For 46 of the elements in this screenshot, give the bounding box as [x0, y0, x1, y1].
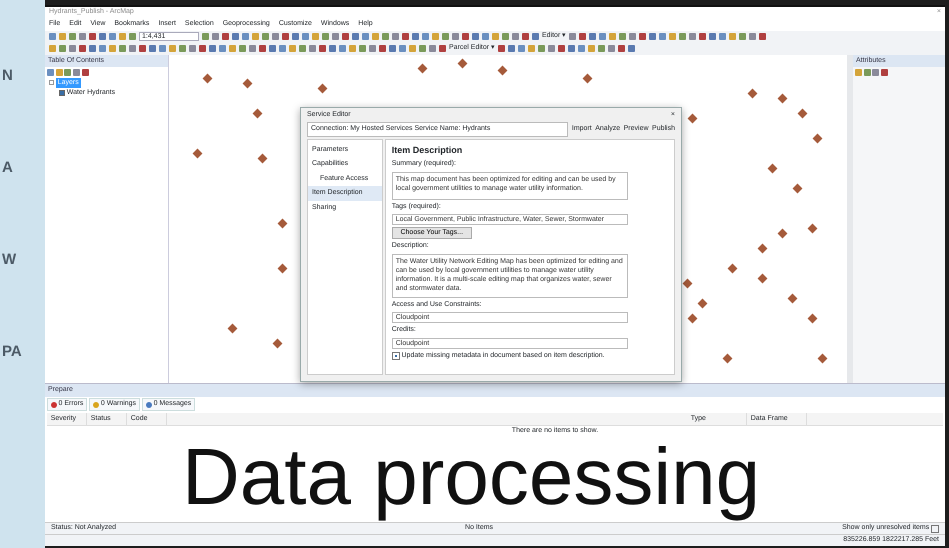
checkbox[interactable]: [931, 524, 939, 532]
map-label: PA: [2, 342, 23, 362]
hydrant-marker: [788, 293, 798, 303]
hydrant-marker: [688, 313, 698, 323]
hydrant-marker: [688, 113, 698, 123]
hydrant-marker: [758, 243, 768, 253]
hydrant-marker: [258, 153, 268, 163]
hydrant-marker: [758, 273, 768, 283]
hydrant-marker: [778, 93, 788, 103]
hydrant-marker: [722, 353, 732, 363]
status-icon: [93, 402, 100, 408]
hydrant-marker: [202, 73, 212, 83]
collapse-icon[interactable]: [49, 80, 54, 86]
hydrant-marker: [808, 223, 818, 233]
hydrant-marker: [798, 108, 808, 118]
map-label: N: [2, 66, 14, 86]
hydrant-marker: [582, 73, 592, 83]
status-icon: [50, 402, 57, 408]
hydrant-marker: [418, 63, 428, 73]
hydrant-marker: [768, 163, 778, 173]
hydrant-marker: [748, 88, 758, 98]
hydrant-marker: [278, 263, 288, 273]
map-label: A: [2, 158, 14, 178]
hydrant-marker: [242, 78, 252, 88]
hydrant-marker: [698, 298, 708, 308]
checkbox[interactable]: [392, 352, 400, 360]
map-label: W: [2, 250, 18, 270]
hydrant-marker: [228, 323, 238, 333]
hydrant-marker: [792, 183, 802, 193]
hydrant-marker: [458, 58, 468, 68]
layer-checkbox[interactable]: [59, 90, 65, 96]
hydrant-marker: [498, 65, 508, 75]
hydrant-marker: [808, 313, 818, 323]
hydrant-marker: [682, 278, 692, 288]
hydrant-marker: [818, 353, 828, 363]
hydrant-marker: [728, 263, 738, 273]
hydrant-marker: [778, 228, 788, 238]
overlay-caption: Data processing: [182, 433, 760, 521]
hydrant-marker: [192, 148, 202, 158]
hydrant-marker: [812, 133, 822, 143]
hydrant-marker: [252, 108, 262, 118]
hydrant-marker: [278, 218, 288, 228]
status-icon: [146, 402, 152, 408]
hydrant-marker: [318, 83, 328, 93]
section-heading: Item Description: [392, 144, 464, 157]
hydrant-marker: [272, 338, 282, 348]
